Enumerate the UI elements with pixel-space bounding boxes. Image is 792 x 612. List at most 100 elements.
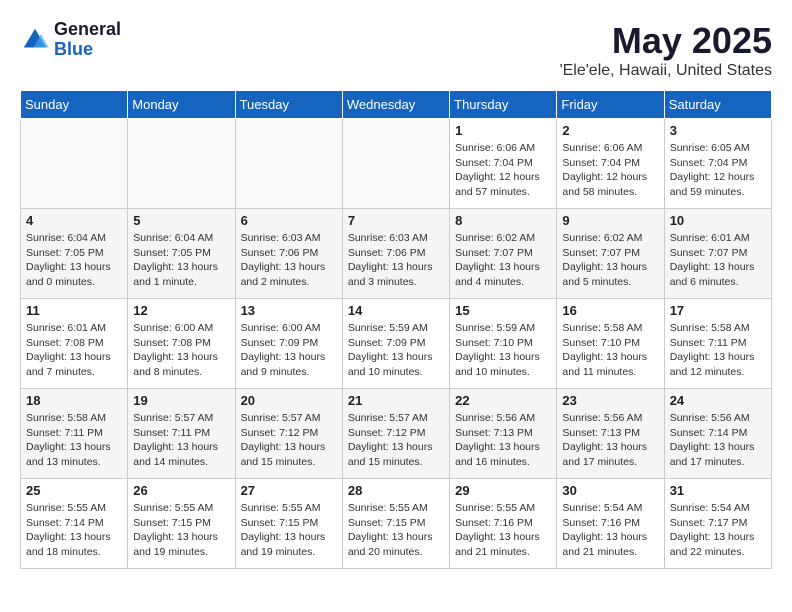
day-info: Sunrise: 5:56 AM Sunset: 7:14 PM Dayligh… (670, 411, 766, 470)
day-info: Sunrise: 5:59 AM Sunset: 7:10 PM Dayligh… (455, 321, 551, 380)
day-info: Sunrise: 5:55 AM Sunset: 7:15 PM Dayligh… (348, 501, 444, 560)
day-info: Sunrise: 5:56 AM Sunset: 7:13 PM Dayligh… (455, 411, 551, 470)
day-info: Sunrise: 6:05 AM Sunset: 7:04 PM Dayligh… (670, 141, 766, 200)
day-number: 18 (26, 393, 122, 408)
day-number: 5 (133, 213, 229, 228)
day-number: 17 (670, 303, 766, 318)
day-info: Sunrise: 6:04 AM Sunset: 7:05 PM Dayligh… (26, 231, 122, 290)
day-number: 6 (241, 213, 337, 228)
day-info: Sunrise: 5:55 AM Sunset: 7:14 PM Dayligh… (26, 501, 122, 560)
calendar-cell (128, 119, 235, 209)
day-number: 10 (670, 213, 766, 228)
calendar-cell: 27 Sunrise: 5:55 AM Sunset: 7:15 PM Dayli… (235, 479, 342, 569)
day-number: 22 (455, 393, 551, 408)
calendar-cell: 28 Sunrise: 5:55 AM Sunset: 7:15 PM Dayli… (342, 479, 449, 569)
day-info: Sunrise: 5:56 AM Sunset: 7:13 PM Dayligh… (562, 411, 658, 470)
calendar-cell: 29 Sunrise: 5:55 AM Sunset: 7:16 PM Dayli… (450, 479, 557, 569)
calendar-cell: 9 Sunrise: 6:02 AM Sunset: 7:07 PM Daylig… (557, 209, 664, 299)
calendar-cell: 24 Sunrise: 5:56 AM Sunset: 7:14 PM Dayli… (664, 389, 771, 479)
calendar-cell: 22 Sunrise: 5:56 AM Sunset: 7:13 PM Dayli… (450, 389, 557, 479)
day-info: Sunrise: 5:54 AM Sunset: 7:16 PM Dayligh… (562, 501, 658, 560)
week-row-1: 1 Sunrise: 6:06 AM Sunset: 7:04 PM Daylig… (21, 119, 772, 209)
calendar-cell: 6Sunrise: 6:03 AM Sunset: 7:06 PM Daylig… (235, 209, 342, 299)
day-info: Sunrise: 5:57 AM Sunset: 7:12 PM Dayligh… (241, 411, 337, 470)
day-info: Sunrise: 6:03 AM Sunset: 7:06 PM Dayligh… (348, 231, 444, 290)
calendar-cell: 15Sunrise: 5:59 AM Sunset: 7:10 PM Dayli… (450, 299, 557, 389)
day-number: 30 (562, 483, 658, 498)
calendar-table: SundayMondayTuesdayWednesdayThursdayFrid… (20, 90, 772, 569)
day-info: Sunrise: 5:55 AM Sunset: 7:15 PM Dayligh… (241, 501, 337, 560)
day-info: Sunrise: 6:06 AM Sunset: 7:04 PM Dayligh… (455, 141, 551, 200)
day-number: 28 (348, 483, 444, 498)
day-number: 19 (133, 393, 229, 408)
calendar-cell: 3 Sunrise: 6:05 AM Sunset: 7:04 PM Daylig… (664, 119, 771, 209)
weekday-header-sunday: Sunday (21, 91, 128, 119)
day-number: 23 (562, 393, 658, 408)
day-info: Sunrise: 5:55 AM Sunset: 7:16 PM Dayligh… (455, 501, 551, 560)
day-info: Sunrise: 5:58 AM Sunset: 7:11 PM Dayligh… (670, 321, 766, 380)
calendar-cell: 7 Sunrise: 6:03 AM Sunset: 7:06 PM Daylig… (342, 209, 449, 299)
weekday-header-tuesday: Tuesday (235, 91, 342, 119)
calendar-cell: 13 Sunrise: 6:00 AM Sunset: 7:09 PM Dayli… (235, 299, 342, 389)
location-title: 'Ele'ele, Hawaii, United States (560, 62, 772, 80)
calendar-cell: 5 Sunrise: 6:04 AM Sunset: 7:05 PM Daylig… (128, 209, 235, 299)
weekday-header-thursday: Thursday (450, 91, 557, 119)
day-number: 9 (562, 213, 658, 228)
day-info: Sunrise: 6:01 AM Sunset: 7:07 PM Dayligh… (670, 231, 766, 290)
day-info: Sunrise: 6:00 AM Sunset: 7:08 PM Dayligh… (133, 321, 229, 380)
logo-text: General Blue (54, 20, 121, 60)
day-info: Sunrise: 6:02 AM Sunset: 7:07 PM Dayligh… (455, 231, 551, 290)
calendar-cell: 4 Sunrise: 6:04 AM Sunset: 7:05 PM Daylig… (21, 209, 128, 299)
week-row-4: 18Sunrise: 5:58 AM Sunset: 7:11 PM Dayli… (21, 389, 772, 479)
day-info: Sunrise: 6:04 AM Sunset: 7:05 PM Dayligh… (133, 231, 229, 290)
title-block: May 2025 'Ele'ele, Hawaii, United States (560, 20, 772, 80)
calendar-cell: 21 Sunrise: 5:57 AM Sunset: 7:12 PM Dayli… (342, 389, 449, 479)
day-number: 7 (348, 213, 444, 228)
month-title: May 2025 (560, 20, 772, 62)
day-number: 3 (670, 123, 766, 138)
calendar-cell: 31Sunrise: 5:54 AM Sunset: 7:17 PM Dayli… (664, 479, 771, 569)
day-number: 1 (455, 123, 551, 138)
calendar-cell (342, 119, 449, 209)
day-info: Sunrise: 6:02 AM Sunset: 7:07 PM Dayligh… (562, 231, 658, 290)
day-info: Sunrise: 5:54 AM Sunset: 7:17 PM Dayligh… (670, 501, 766, 560)
calendar-cell: 17 Sunrise: 5:58 AM Sunset: 7:11 PM Dayli… (664, 299, 771, 389)
day-info: Sunrise: 6:00 AM Sunset: 7:09 PM Dayligh… (241, 321, 337, 380)
calendar-cell: 18Sunrise: 5:58 AM Sunset: 7:11 PM Dayli… (21, 389, 128, 479)
day-number: 8 (455, 213, 551, 228)
calendar-cell (21, 119, 128, 209)
calendar-cell: 1 Sunrise: 6:06 AM Sunset: 7:04 PM Daylig… (450, 119, 557, 209)
calendar-cell: 16Sunrise: 5:58 AM Sunset: 7:10 PM Dayli… (557, 299, 664, 389)
day-number: 24 (670, 393, 766, 408)
day-info: Sunrise: 5:55 AM Sunset: 7:15 PM Dayligh… (133, 501, 229, 560)
calendar-cell: 12Sunrise: 6:00 AM Sunset: 7:08 PM Dayli… (128, 299, 235, 389)
calendar-cell: 2Sunrise: 6:06 AM Sunset: 7:04 PM Daylig… (557, 119, 664, 209)
day-number: 2 (562, 123, 658, 138)
calendar-cell: 25 Sunrise: 5:55 AM Sunset: 7:14 PM Dayli… (21, 479, 128, 569)
day-info: Sunrise: 5:57 AM Sunset: 7:12 PM Dayligh… (348, 411, 444, 470)
calendar-cell: 11Sunrise: 6:01 AM Sunset: 7:08 PM Dayli… (21, 299, 128, 389)
calendar-cell: 20Sunrise: 5:57 AM Sunset: 7:12 PM Dayli… (235, 389, 342, 479)
calendar-cell: 26Sunrise: 5:55 AM Sunset: 7:15 PM Dayli… (128, 479, 235, 569)
calendar-cell: 19Sunrise: 5:57 AM Sunset: 7:11 PM Dayli… (128, 389, 235, 479)
calendar-cell: 14 Sunrise: 5:59 AM Sunset: 7:09 PM Dayli… (342, 299, 449, 389)
weekday-header-row: SundayMondayTuesdayWednesdayThursdayFrid… (21, 91, 772, 119)
logo-icon (20, 25, 50, 55)
day-number: 25 (26, 483, 122, 498)
calendar-cell: 23 Sunrise: 5:56 AM Sunset: 7:13 PM Dayli… (557, 389, 664, 479)
day-info: Sunrise: 6:01 AM Sunset: 7:08 PM Dayligh… (26, 321, 122, 380)
calendar-cell (235, 119, 342, 209)
day-number: 21 (348, 393, 444, 408)
week-row-5: 25 Sunrise: 5:55 AM Sunset: 7:14 PM Dayli… (21, 479, 772, 569)
calendar-cell: 30 Sunrise: 5:54 AM Sunset: 7:16 PM Dayli… (557, 479, 664, 569)
day-number: 29 (455, 483, 551, 498)
weekday-header-saturday: Saturday (664, 91, 771, 119)
day-number: 27 (241, 483, 337, 498)
day-number: 14 (348, 303, 444, 318)
day-info: Sunrise: 5:59 AM Sunset: 7:09 PM Dayligh… (348, 321, 444, 380)
weekday-header-monday: Monday (128, 91, 235, 119)
day-info: Sunrise: 5:58 AM Sunset: 7:10 PM Dayligh… (562, 321, 658, 380)
day-number: 4 (26, 213, 122, 228)
day-number: 13 (241, 303, 337, 318)
week-row-3: 11Sunrise: 6:01 AM Sunset: 7:08 PM Dayli… (21, 299, 772, 389)
